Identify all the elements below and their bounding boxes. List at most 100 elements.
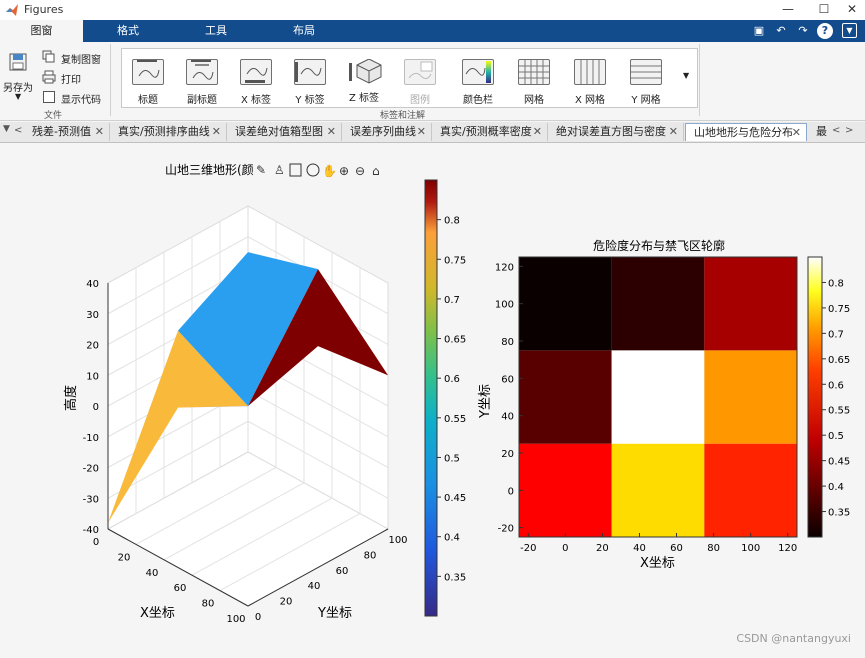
colorbar-tick-label: 0.7: [828, 329, 844, 340]
close-tab-icon[interactable]: ✕: [417, 123, 426, 141]
tab-probability-density[interactable]: 真实/预测概率密度 ✕: [432, 123, 548, 141]
colorbar-tick-label: 0.5: [828, 431, 844, 442]
scroll-left-icon[interactable]: <: [14, 125, 22, 136]
tab-terrain-danger[interactable]: 山地地形与危险分布 ✕: [685, 123, 807, 141]
title-button[interactable]: 标题: [122, 57, 174, 107]
tab-abs-error-boxplot[interactable]: 误差绝对值箱型图 ✕: [227, 123, 342, 141]
heatmap-colorbar-ticks: 0.8 0.75 0.7 0.65 0.6 0.55 0.5 0.45 0.4 0.35: [822, 278, 850, 519]
grid-button[interactable]: 网格: [508, 57, 560, 107]
ribbon-menu-icon[interactable]: ▼: [842, 23, 857, 38]
close-tab-icon[interactable]: ✕: [533, 123, 542, 141]
zoom-in-icon[interactable]: ⊕: [339, 164, 349, 178]
gallery-expand-icon[interactable]: ▼: [683, 71, 689, 80]
help-icon[interactable]: ?: [817, 23, 833, 39]
tab-abs-error-histogram[interactable]: 绝对误差直方图与密度 ✕: [548, 123, 684, 141]
surface-axes[interactable]: 403020100-10-20-30-40020406080100 0204060…: [0, 143, 408, 625]
zlabel-button[interactable]: Z 标签: [338, 57, 390, 107]
y-tick-label: 100: [495, 300, 514, 311]
close-tab-icon[interactable]: ✕: [669, 123, 678, 141]
ylabel-button[interactable]: Y 标签: [284, 57, 336, 107]
x-tick-label: 100: [226, 614, 245, 625]
surface-colorbar[interactable]: [424, 179, 438, 617]
x-tick-label: 120: [778, 543, 797, 554]
save-as-icon[interactable]: [6, 52, 34, 76]
rotate-data-icon[interactable]: ♙: [274, 163, 285, 177]
y-tick-label: 20: [280, 597, 293, 608]
xlabel-icon: [240, 59, 272, 85]
print-button[interactable]: 打印: [61, 71, 81, 86]
y-tick-label: 60: [336, 566, 349, 577]
heatmap-colorbar[interactable]: [807, 256, 823, 538]
data-tip-icon[interactable]: [289, 163, 302, 177]
tab-overflow[interactable]: 最: [808, 123, 832, 141]
colorbar-tick-label: 0.8: [828, 278, 844, 289]
ylabel-icon: [294, 59, 326, 85]
close-tab-icon[interactable]: ✕: [95, 123, 104, 141]
home-icon[interactable]: ⌂: [372, 164, 380, 178]
heatmap-cell[interactable]: [704, 443, 797, 537]
scroll-right-icon[interactable]: >: [845, 125, 853, 136]
copy-figure-button[interactable]: 复制图窗: [61, 51, 101, 66]
ribbon-tab-figure[interactable]: 图窗: [0, 20, 83, 42]
y-tick-label: 20: [501, 449, 514, 460]
colorbar-tick-label: 0.35: [444, 572, 466, 583]
minimize-button[interactable]: —: [772, 0, 804, 20]
tab-residual-vs-predicted[interactable]: 残差-预测值 ✕: [24, 123, 110, 141]
ribbon-tab-format[interactable]: 格式: [84, 20, 172, 42]
subtitle-button[interactable]: 副标题: [176, 57, 228, 107]
close-tab-icon[interactable]: ✕: [212, 123, 221, 141]
y-tick-label: 120: [495, 262, 514, 273]
surface-zlabel: 高度: [63, 385, 79, 411]
document-tab-bar: ▼ < 残差-预测值 ✕ 真实/预测排序曲线 ✕ 误差绝对值箱型图 ✕ 误差序列曲线 ✕…: [0, 122, 865, 143]
ribbon-tab-layout[interactable]: 布局: [260, 20, 348, 42]
figure-svg[interactable]: 403020100-10-20-30-40020406080100 0204060…: [0, 143, 865, 655]
redo-icon[interactable]: ↷: [795, 23, 811, 39]
close-tab-icon[interactable]: ✕: [327, 123, 336, 141]
y-tick-label: 100: [388, 535, 407, 546]
heatmap-axes[interactable]: -20 0 20 40 60 80 100 120 120 100 80 60 40 20 0 -20 危险度…: [478, 238, 798, 571]
heatmap-cell[interactable]: [704, 257, 797, 351]
colorbar-tick-label: 0.4: [444, 533, 460, 544]
legend-button[interactable]: 图例: [394, 57, 446, 107]
heatmap-cell[interactable]: [611, 443, 705, 537]
show-code-label: 显示代码: [61, 95, 101, 106]
colorbar-button[interactable]: 颜色栏: [452, 57, 504, 107]
save-quick-icon[interactable]: ▣: [751, 23, 767, 39]
pan-icon[interactable]: ✋: [322, 164, 337, 178]
tab-sorted-curve[interactable]: 真实/预测排序曲线 ✕: [110, 123, 227, 141]
heatmap-cells[interactable]: [519, 257, 797, 537]
xlabel-button[interactable]: X 标签: [230, 57, 282, 107]
rotate-3d-icon[interactable]: [306, 163, 320, 177]
xgrid-button[interactable]: X 网格: [564, 57, 616, 107]
title-icon: [132, 59, 164, 85]
undo-icon[interactable]: ↶: [773, 23, 789, 39]
colorbar-tick-label: 0.55: [444, 414, 466, 425]
close-tab-icon[interactable]: ✕: [792, 124, 801, 141]
zoom-out-icon[interactable]: ⊖: [355, 164, 365, 178]
heatmap-cell[interactable]: [611, 350, 705, 444]
brush-icon[interactable]: ✎: [256, 163, 266, 177]
close-button[interactable]: ✕: [836, 0, 865, 20]
heatmap-cell[interactable]: [519, 443, 612, 537]
xgrid-icon: [574, 59, 606, 85]
x-tick-label: 20: [596, 543, 609, 554]
window-titlebar: Figures — ☐ ✕: [0, 0, 865, 20]
ribbon-tab-tools[interactable]: 工具: [172, 20, 260, 42]
tab-error-series[interactable]: 误差序列曲线 ✕: [342, 123, 432, 141]
heatmap-title: 危险度分布与禁飞区轮廓: [593, 238, 725, 253]
scroll-left-icon[interactable]: <: [832, 125, 840, 136]
x-tick-label: 100: [741, 543, 760, 554]
heatmap-cell[interactable]: [611, 257, 705, 351]
save-as-dropdown-icon[interactable]: ▼: [15, 92, 21, 101]
x-tick-label: 80: [202, 599, 215, 610]
heatmap-cell[interactable]: [519, 350, 612, 444]
figure-canvas[interactable]: 40 30 20 10 0 -10 -20 -30 -40 0 20 40 60 80 100 0 20 40 60…: [0, 143, 865, 655]
y-tick-label: 40: [501, 412, 514, 423]
heatmap-cell[interactable]: [704, 350, 797, 444]
tab-menu-icon[interactable]: ▼: [3, 124, 10, 134]
ygrid-button[interactable]: Y 网格: [620, 57, 672, 107]
colorbar-tick-label: 0.45: [828, 457, 850, 468]
axes-toolbar[interactable]: ✎ ♙ ✋ ⊕ ⊖ ⌂: [256, 163, 380, 178]
show-code-checkbox[interactable]: [43, 91, 55, 103]
heatmap-cell[interactable]: [519, 257, 612, 351]
